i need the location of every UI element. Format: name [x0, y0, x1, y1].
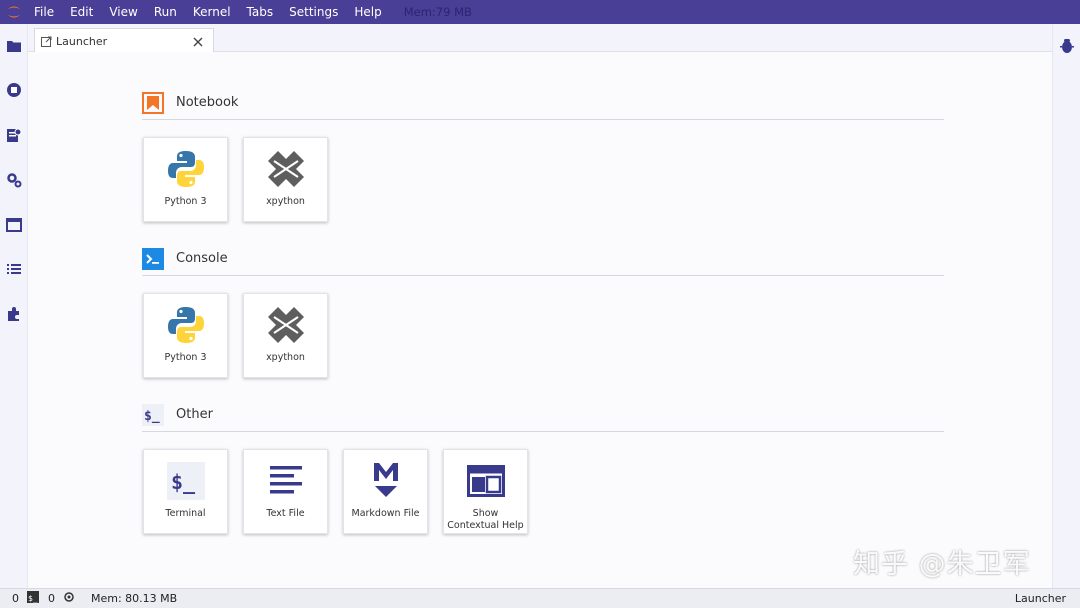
- card-label: Text File: [266, 508, 305, 519]
- commands-palette-icon[interactable]: [4, 125, 24, 145]
- text-file-icon: [264, 459, 308, 503]
- python-logo-icon: [164, 303, 208, 347]
- property-inspector-icon[interactable]: [4, 170, 24, 190]
- menu-settings[interactable]: Settings: [281, 0, 346, 24]
- memory-indicator: Mem:79 MB: [403, 5, 472, 19]
- card-label: Python 3: [164, 196, 207, 207]
- card-label: Python 3: [164, 352, 207, 363]
- status-mode: Launcher: [1014, 592, 1066, 605]
- menu-bar: File Edit View Run Kernel Tabs Settings …: [0, 0, 1080, 24]
- menu-view[interactable]: View: [101, 0, 145, 24]
- menu-run[interactable]: Run: [146, 0, 185, 24]
- card-label: Show Contextual Help: [447, 508, 524, 531]
- terminal-prompt-icon: $_: [142, 403, 164, 426]
- terminals-count[interactable]: 0: [12, 592, 19, 605]
- right-sidebar: [1052, 24, 1080, 588]
- kernel-status-icon[interactable]: [63, 591, 75, 606]
- left-sidebar: [0, 24, 28, 588]
- status-bar: 0 $_ 0 Mem: 80.13 MB Launcher: [0, 588, 1080, 608]
- section-title: Other: [176, 407, 213, 422]
- menu-help[interactable]: Help: [346, 0, 389, 24]
- section-title: Console: [176, 251, 228, 266]
- console-python3-card[interactable]: Python 3: [143, 293, 228, 378]
- card-label: Terminal: [165, 508, 206, 519]
- menu-kernel[interactable]: Kernel: [185, 0, 239, 24]
- table-of-contents-icon[interactable]: [4, 259, 24, 279]
- debugger-icon[interactable]: [1057, 36, 1077, 56]
- terminal-icon: $_: [164, 459, 208, 503]
- console-xpython-card[interactable]: xpython: [243, 293, 328, 378]
- markdown-icon: [364, 459, 408, 503]
- kernels-count[interactable]: 0: [48, 592, 55, 605]
- card-label: xpython: [266, 196, 305, 207]
- menu-file[interactable]: File: [28, 0, 62, 24]
- close-icon[interactable]: [191, 34, 205, 48]
- markdown-file-card[interactable]: Markdown File: [343, 449, 428, 534]
- memory-usage: Mem: 80.13 MB: [91, 592, 178, 605]
- contextual-help-card[interactable]: Show Contextual Help: [443, 449, 528, 534]
- python-logo-icon: [164, 147, 208, 191]
- contextual-help-icon: [464, 459, 508, 503]
- section-title: Notebook: [176, 95, 239, 110]
- section-other-header: $_ Other: [142, 398, 944, 432]
- tabs-icon[interactable]: [4, 215, 24, 235]
- xpython-logo-icon: [264, 147, 308, 191]
- tab-launcher[interactable]: Launcher: [34, 28, 214, 53]
- svg-text:$_: $_: [144, 409, 160, 424]
- menu-tabs[interactable]: Tabs: [239, 0, 282, 24]
- svg-text:$_: $_: [171, 470, 196, 494]
- tab-label: Launcher: [56, 34, 108, 48]
- svg-text:$_: $_: [28, 594, 38, 603]
- card-label: xpython: [266, 352, 305, 363]
- card-label: Markdown File: [351, 508, 420, 519]
- terminal-card[interactable]: $_ Terminal: [143, 449, 228, 534]
- console-icon: [142, 247, 164, 270]
- menu-edit[interactable]: Edit: [62, 0, 101, 24]
- extension-manager-icon[interactable]: [4, 304, 24, 324]
- jupyter-logo-icon: [0, 0, 28, 24]
- watermark: 知乎 @朱卫军: [853, 549, 1031, 580]
- running-sessions-icon[interactable]: [4, 80, 24, 100]
- launcher-panel: Notebook Python 3 xpython Console Python…: [28, 52, 1052, 588]
- notebook-xpython-card[interactable]: xpython: [243, 137, 328, 222]
- terminal-status-icon[interactable]: $_: [27, 591, 39, 606]
- folder-icon[interactable]: [4, 36, 24, 56]
- tab-bar: Launcher: [28, 24, 1052, 53]
- launcher-tab-icon: [41, 32, 52, 51]
- text-file-card[interactable]: Text File: [243, 449, 328, 534]
- section-notebook-header: Notebook: [142, 86, 944, 120]
- notebook-python3-card[interactable]: Python 3: [143, 137, 228, 222]
- xpython-logo-icon: [264, 303, 308, 347]
- section-console-header: Console: [142, 242, 944, 276]
- notebook-icon: [142, 91, 164, 114]
